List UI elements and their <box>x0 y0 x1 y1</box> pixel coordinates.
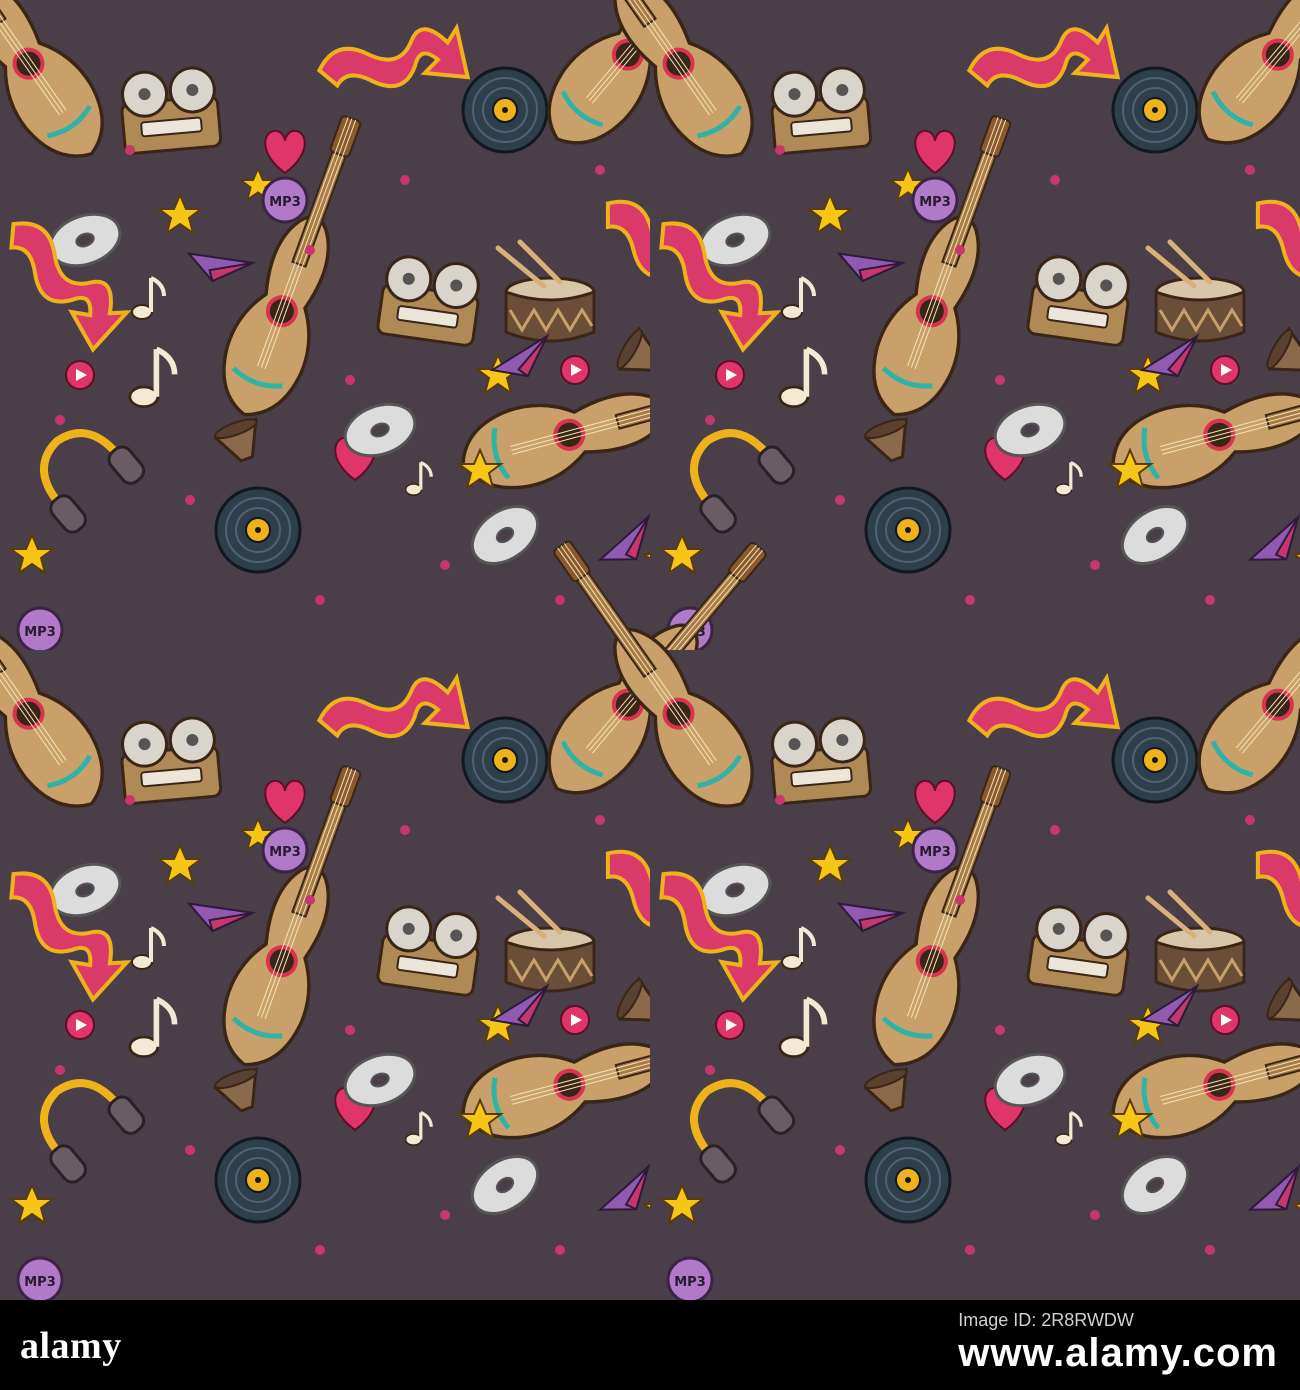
image-id-group: Image ID: 2R8RWDW www.alamy.com <box>958 1310 1278 1376</box>
music-doodle-pattern: MP3 <box>0 0 1300 1300</box>
image-id-caption: Image ID: 2R8RWDW <box>958 1310 1134 1330</box>
alamy-logo: alamy <box>20 1325 122 1367</box>
image-id: www.alamy.com <box>958 1331 1278 1375</box>
stock-footer-bar: alamy Image ID: 2R8RWDW www.alamy.com <box>0 1300 1300 1390</box>
